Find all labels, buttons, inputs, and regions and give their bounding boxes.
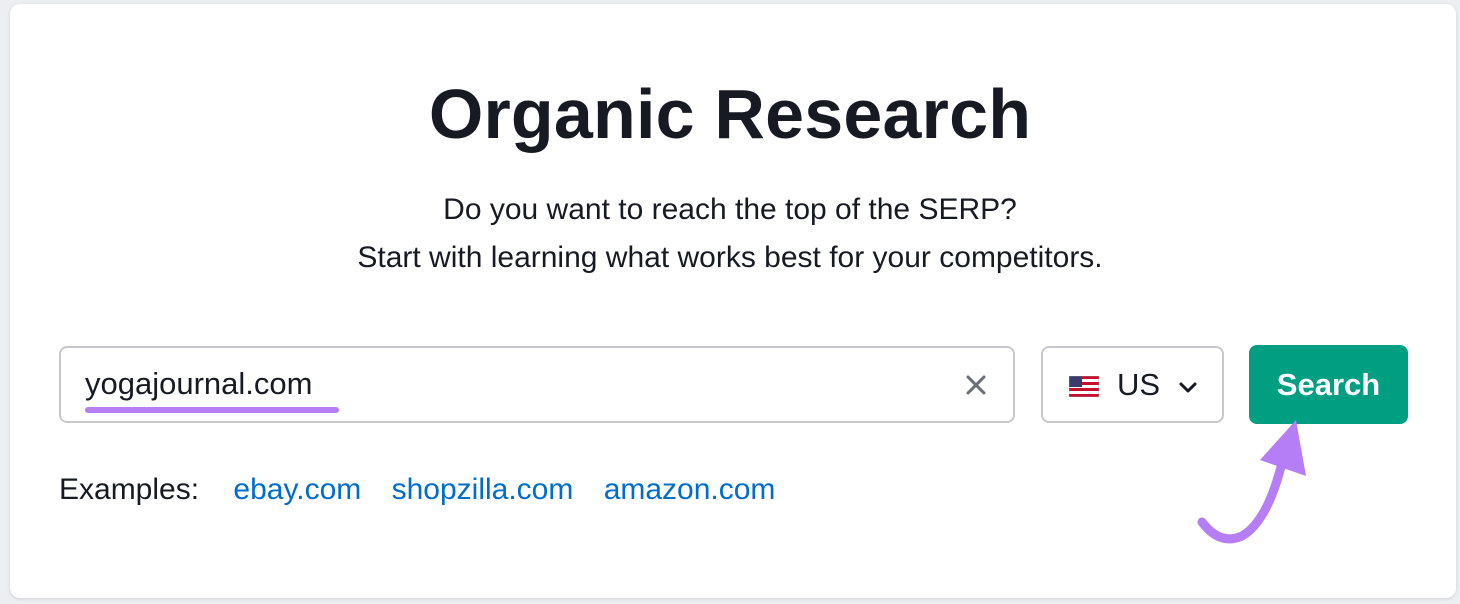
examples-row: Examples: ebay.com shopzilla.com amazon.… <box>59 470 797 510</box>
example-link-ebay[interactable]: ebay.com <box>233 473 361 506</box>
close-icon[interactable] <box>963 372 989 398</box>
page-title: Organic Research <box>428 75 1032 153</box>
highlight-underline <box>85 407 339 413</box>
example-link-shopzilla[interactable]: shopzilla.com <box>392 473 574 506</box>
search-input-value[interactable]: yogajournal.com <box>85 364 312 404</box>
subtitle-line-1: Do you want to reach the top of the SERP… <box>443 193 1017 226</box>
examples-label: Examples: <box>59 473 200 506</box>
chevron-down-icon <box>1178 377 1198 397</box>
curved-arrow-icon <box>1197 420 1306 544</box>
subtitle-line-2: Start with learning what works best for … <box>357 241 1103 274</box>
domain-search-input[interactable]: yogajournal.com <box>59 346 1015 423</box>
us-flag-icon <box>1068 375 1100 398</box>
country-label: US <box>1117 367 1161 402</box>
example-link-amazon[interactable]: amazon.com <box>604 473 776 506</box>
